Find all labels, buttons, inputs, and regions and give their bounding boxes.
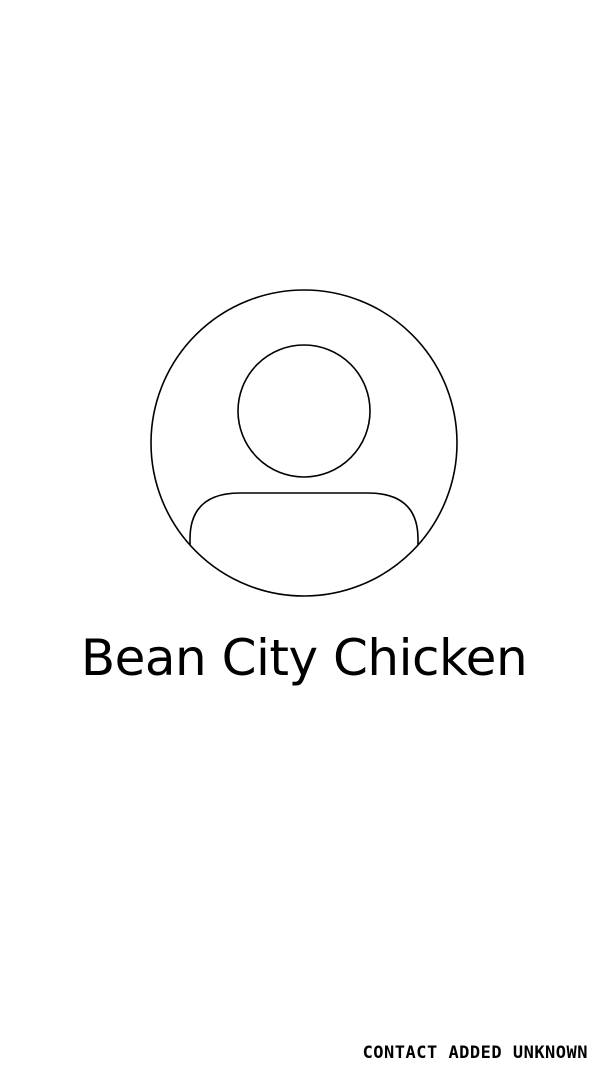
contact-avatar [150, 289, 458, 597]
avatar-outer-circle [150, 289, 458, 597]
avatar-head-circle [237, 344, 371, 478]
person-silhouette-icon [150, 289, 458, 597]
status-text: CONTACT ADDED UNKNOWN [362, 1043, 588, 1063]
avatar-body-shape [189, 492, 419, 589]
contact-name: Bean City Chicken [80, 629, 528, 687]
